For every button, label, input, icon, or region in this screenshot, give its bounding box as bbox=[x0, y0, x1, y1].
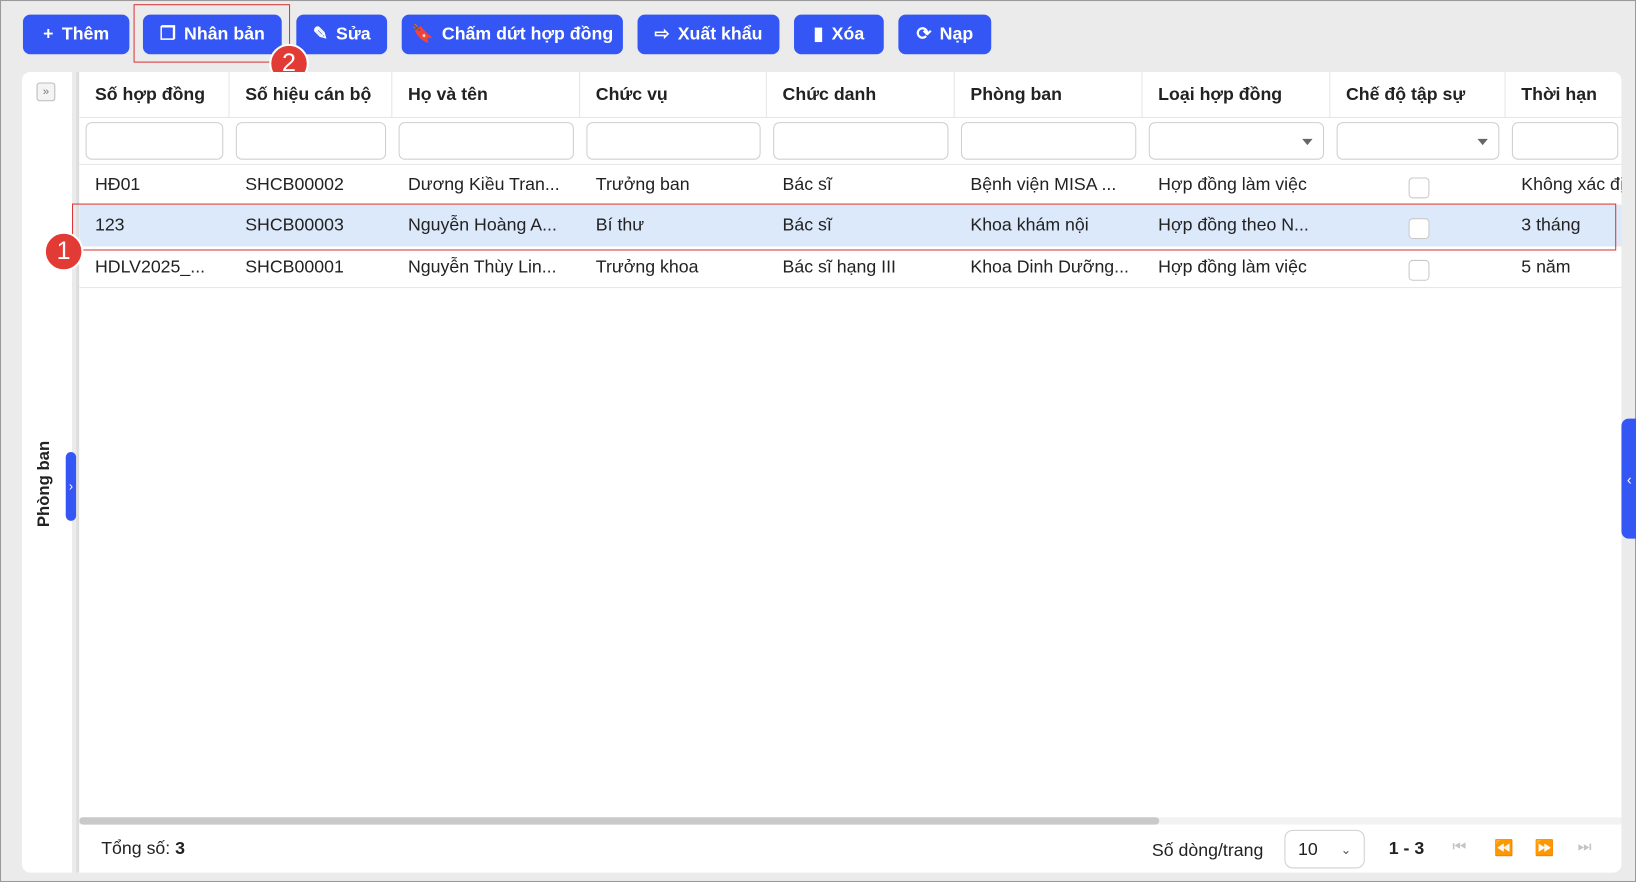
probation-checkbox[interactable] bbox=[1408, 259, 1430, 281]
filter-input[interactable] bbox=[960, 122, 1137, 160]
sidebar-toggle-button[interactable]: › bbox=[65, 451, 77, 521]
filter-row bbox=[79, 118, 1622, 165]
table-cell: 5 năm bbox=[1521, 256, 1571, 277]
highlight-box-row bbox=[71, 203, 1617, 251]
button-label: Sửa bbox=[336, 24, 371, 44]
export-button[interactable]: ⇨ Xuất khẩu bbox=[637, 14, 780, 55]
table-row[interactable]: HĐ01 SHCB00002 Dương Kiều Tran... Trưởng ba… bbox=[79, 165, 1622, 206]
column-header[interactable]: Chức vụ bbox=[580, 72, 767, 117]
table-cell: Không xác định bbox=[1521, 174, 1621, 195]
edit-button[interactable]: ✎ Sửa bbox=[296, 14, 388, 55]
filter-input[interactable] bbox=[235, 122, 387, 160]
probation-checkbox[interactable] bbox=[1408, 177, 1430, 199]
reload-button[interactable]: ⟳ Nạp bbox=[898, 14, 992, 55]
chevron-down-icon: ⌄ bbox=[1340, 841, 1352, 857]
refresh-icon: ⟳ bbox=[916, 24, 932, 44]
table-cell: SHCB00002 bbox=[245, 174, 344, 195]
total-count: 3 bbox=[175, 838, 186, 859]
table-cell: HDLV2025_... bbox=[94, 256, 206, 277]
document-icon: 🔖 bbox=[411, 24, 434, 44]
filter-input[interactable] bbox=[1148, 122, 1325, 160]
export-icon: ⇨ bbox=[654, 24, 670, 44]
filter-input[interactable] bbox=[1336, 122, 1500, 160]
plus-icon: + bbox=[43, 24, 54, 44]
dropdown-arrow-icon bbox=[1477, 138, 1488, 150]
expand-sidebar-icon[interactable]: » bbox=[36, 82, 56, 102]
table-cell: Khoa Dinh Dưỡng... bbox=[970, 256, 1129, 277]
column-header[interactable]: Phòng ban bbox=[955, 72, 1143, 117]
filter-input[interactable] bbox=[586, 122, 761, 160]
pencil-icon: ✎ bbox=[312, 24, 328, 44]
highlight-box-duplicate bbox=[133, 4, 291, 63]
column-header[interactable]: Loại hợp đồng bbox=[1143, 72, 1331, 117]
filter-input[interactable] bbox=[398, 122, 574, 160]
terminate-button[interactable]: 🔖 Chấm dứt hợp đồng bbox=[401, 14, 623, 55]
table-cell: Hợp đồng làm việc bbox=[1158, 174, 1307, 195]
column-header[interactable]: Số hiệu cán bộ bbox=[230, 72, 393, 117]
total-label: Tổng số: bbox=[101, 838, 171, 859]
table-cell: HĐ01 bbox=[94, 174, 141, 195]
page-range: 1 - 3 bbox=[1388, 838, 1425, 859]
rows-per-page-label: Số dòng/trang bbox=[1151, 840, 1264, 861]
first-page-icon[interactable]: ⏮ bbox=[1452, 838, 1466, 856]
table-cell: Bác sĩ hạng III bbox=[782, 256, 896, 277]
column-header[interactable]: Họ và tên bbox=[392, 72, 581, 117]
table-footer: Tổng số: 3 Số dòng/trang 10 ⌄ 1 - 3 ⏮ ⏪ … bbox=[79, 826, 1621, 873]
app-window: + Thêm ❐ Nhân bản ✎ Sửa 🔖 Chấm dứt hợp đồng ⇨ Xuấ… bbox=[0, 0, 1636, 882]
column-header[interactable]: Chế độ tập sự bbox=[1330, 72, 1506, 117]
table-cell: Hợp đồng làm việc bbox=[1158, 256, 1307, 277]
rows-per-page-select[interactable]: 10 ⌄ bbox=[1284, 829, 1365, 869]
table-cell: Bệnh viện MISA ... bbox=[970, 174, 1117, 195]
table-cell: Trưởng khoa bbox=[595, 256, 699, 277]
add-button[interactable]: + Thêm bbox=[22, 14, 130, 55]
table-cell: Trưởng ban bbox=[595, 174, 690, 195]
annotation-badge-1: 1 bbox=[43, 231, 84, 272]
sidebar-title: Phòng ban bbox=[35, 441, 54, 528]
table-cell: Bác sĩ bbox=[782, 174, 832, 195]
right-panel-toggle[interactable]: ‹ bbox=[1621, 418, 1636, 539]
button-label: Chấm dứt hợp đồng bbox=[441, 24, 614, 44]
scrollbar-thumb[interactable] bbox=[79, 817, 1160, 825]
column-header[interactable]: Thời hạn bbox=[1506, 72, 1622, 117]
contract-table: Số hợp đồng Số hiệu cán bộ Họ và tên Chức v… bbox=[76, 72, 1622, 873]
table-row[interactable]: HDLV2025_... SHCB00001 Nguyễn Thùy Lin... T… bbox=[79, 247, 1622, 288]
table-cell: Dương Kiều Tran... bbox=[407, 174, 560, 195]
column-header[interactable]: Chức danh bbox=[767, 72, 955, 117]
table-header: Số hợp đồng Số hiệu cán bộ Họ và tên Chức v… bbox=[79, 72, 1622, 118]
table-cell: Nguyễn Thùy Lin... bbox=[407, 256, 557, 277]
rows-per-page-value: 10 bbox=[1297, 838, 1318, 859]
filter-input[interactable] bbox=[1511, 122, 1619, 160]
button-label: Nạp bbox=[939, 24, 974, 44]
last-page-icon[interactable]: ⏭ bbox=[1578, 838, 1592, 856]
filter-input[interactable] bbox=[773, 122, 949, 160]
table-cell: SHCB00001 bbox=[245, 256, 344, 277]
filter-input[interactable] bbox=[85, 122, 224, 160]
prev-page-icon[interactable]: ⏪ bbox=[1494, 838, 1513, 857]
button-label: Xuất khẩu bbox=[677, 24, 763, 44]
button-label: Thêm bbox=[61, 24, 110, 44]
horizontal-scrollbar[interactable] bbox=[79, 817, 1622, 825]
delete-button[interactable]: ▮ Xóa bbox=[794, 14, 884, 55]
dropdown-arrow-icon bbox=[1302, 138, 1313, 150]
next-page-icon[interactable]: ⏩ bbox=[1535, 838, 1554, 857]
trash-icon: ▮ bbox=[813, 24, 824, 44]
column-header[interactable]: Số hợp đồng bbox=[79, 72, 230, 117]
button-label: Xóa bbox=[831, 24, 865, 44]
